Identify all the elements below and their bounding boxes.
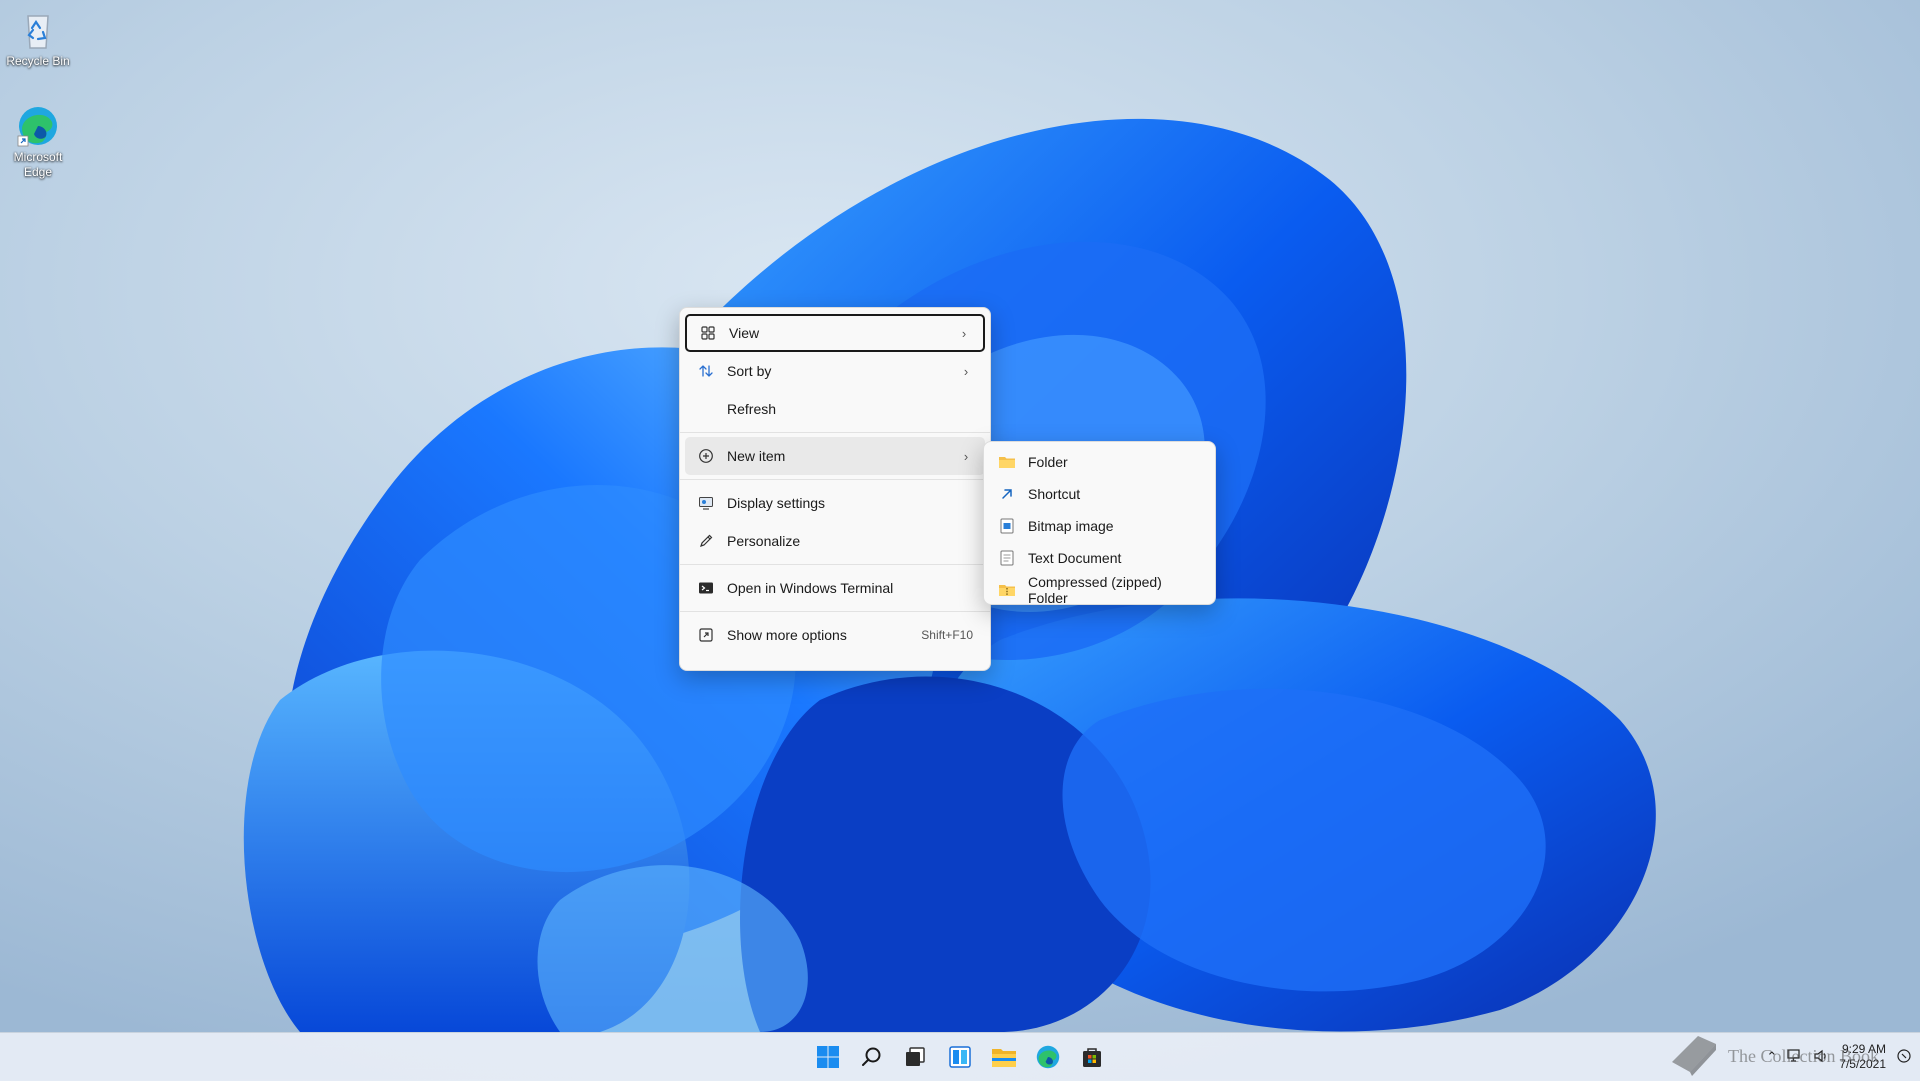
menu-item-label: Compressed (zipped) Folder — [1028, 574, 1162, 606]
menu-item-label: Refresh — [727, 401, 777, 417]
menu-separator — [680, 432, 990, 433]
task-view-icon[interactable] — [899, 1041, 931, 1073]
bitmap-icon — [998, 517, 1016, 535]
menu-separator — [680, 564, 990, 565]
recycle-bin-icon — [16, 8, 60, 52]
menu-item-personalize[interactable]: Personalize — [685, 522, 985, 560]
desktop-icon-recycle-bin[interactable]: Recycle Bin — [0, 8, 77, 69]
desktop-icon-label: Microsoft Edge — [13, 150, 63, 179]
menu-item-label: Shortcut — [1028, 486, 1081, 502]
file-explorer-icon[interactable] — [988, 1041, 1020, 1073]
submenu-item-text-document[interactable]: Text Document — [989, 542, 1210, 574]
menu-item-label: Bitmap image — [1028, 518, 1114, 534]
menu-item-label: Personalize — [727, 533, 801, 549]
menu-item-label: Display settings — [727, 495, 826, 511]
menu-item-label: Folder — [1028, 454, 1068, 470]
terminal-icon — [697, 579, 715, 597]
chevron-right-icon: › — [961, 325, 967, 341]
menu-item-view[interactable]: View › — [685, 314, 985, 352]
widgets-icon[interactable] — [944, 1041, 976, 1073]
taskbar: ⌃ 9:29 AM 7/5/2021 — [0, 1032, 1920, 1081]
edge-icon — [16, 104, 60, 148]
store-icon[interactable] — [1076, 1041, 1108, 1073]
menu-separator — [680, 611, 990, 612]
display-icon — [697, 494, 715, 512]
watermark: The Collection Book — [1668, 1032, 1879, 1080]
watermark-text: The Collection Book — [1728, 1045, 1879, 1066]
menu-item-label: Text Document — [1028, 550, 1122, 566]
expand-icon — [697, 626, 715, 644]
menu-item-show-more-options[interactable]: Show more options Shift+F10 — [685, 616, 985, 654]
zip-folder-icon — [998, 581, 1016, 599]
desktop-icon-microsoft-edge[interactable]: Microsoft Edge — [0, 104, 77, 180]
text-document-icon — [998, 549, 1016, 567]
shortcut-icon — [998, 485, 1016, 503]
menu-item-label: Show more options — [727, 627, 847, 643]
submenu-item-bitmap-image[interactable]: Bitmap image — [989, 510, 1210, 542]
book-icon — [1668, 1032, 1720, 1081]
menu-item-sort-by[interactable]: Sort by › — [685, 352, 985, 390]
submenu-item-shortcut[interactable]: Shortcut — [989, 478, 1210, 510]
menu-item-open-in-windows-terminal[interactable]: Open in Windows Terminal — [685, 569, 985, 607]
shortcut-hint: Shift+F10 — [921, 628, 973, 642]
menu-item-new-item[interactable]: New item › — [685, 437, 985, 475]
chevron-right-icon: › — [963, 448, 969, 464]
sort-icon — [697, 362, 715, 380]
menu-item-refresh[interactable]: Refresh — [685, 390, 985, 428]
new-item-submenu: Folder Shortcut Bitmap image Text Docume… — [983, 441, 1216, 606]
menu-item-label: Sort by — [727, 363, 772, 379]
pen-icon — [697, 532, 715, 550]
chevron-right-icon: › — [963, 363, 969, 379]
plus-circle-icon — [697, 447, 715, 465]
menu-item-display-settings[interactable]: Display settings — [685, 484, 985, 522]
notification-icon[interactable] — [1896, 1048, 1912, 1067]
desktop-icon-label: Recycle Bin — [6, 54, 70, 68]
grid-icon — [699, 324, 717, 342]
menu-item-label: View — [729, 325, 760, 341]
submenu-item-folder[interactable]: Folder — [989, 446, 1210, 478]
desktop-context-menu: View › Sort by › Refresh New item › Disp… — [679, 307, 991, 671]
edge-icon[interactable] — [1032, 1041, 1064, 1073]
start-icon[interactable] — [812, 1041, 844, 1073]
folder-icon — [998, 453, 1016, 471]
menu-item-label: Open in Windows Terminal — [727, 580, 894, 596]
submenu-item-compressed-folder[interactable]: Compressed (zipped) Folder — [989, 574, 1210, 606]
search-icon[interactable] — [856, 1041, 888, 1073]
menu-separator — [680, 479, 990, 480]
menu-item-label: New item — [727, 448, 786, 464]
